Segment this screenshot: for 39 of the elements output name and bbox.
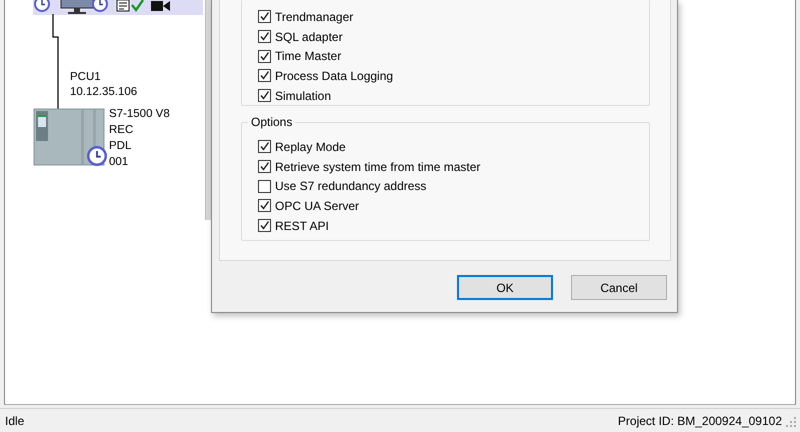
resize-grip-icon[interactable]: [786, 416, 796, 426]
checkbox-label: Replay Mode: [275, 140, 346, 154]
document-icon: [116, 0, 130, 12]
checkbox-label: Time Master: [275, 49, 342, 64]
checkbox-label: Process Data Logging: [275, 68, 394, 83]
checkbox-label: Use S7 redundancy address: [275, 179, 426, 194]
checkbox-label: SQL adapter: [275, 30, 343, 44]
status-text: Idle: [5, 414, 24, 428]
checkbox[interactable]: [258, 160, 271, 174]
checkbox-label: Retrieve system time from time master: [275, 160, 480, 174]
checkbox[interactable]: [258, 50, 271, 63]
clock-icon: [87, 146, 107, 166]
device-name: PCU1: [70, 70, 101, 85]
ok-button[interactable]: OK: [457, 275, 553, 300]
checkbox-label: Trendmanager: [275, 10, 354, 24]
plc-device-drawing[interactable]: [33, 107, 107, 167]
device-address: 10.12.35.106: [70, 85, 138, 100]
clock-icon: [92, 0, 108, 12]
checkbox[interactable]: [258, 89, 271, 102]
group-title: Options: [248, 115, 296, 129]
device-detail: S7-1500 V8: [109, 107, 170, 122]
checkbox[interactable]: [258, 30, 271, 44]
checkmark-icon: [131, 0, 144, 12]
monitor-icon: [59, 0, 95, 15]
device-detail: PDL: [109, 139, 132, 154]
checkbox[interactable]: [258, 69, 271, 82]
checkbox-label: Simulation: [275, 88, 332, 103]
checkbox[interactable]: [258, 219, 271, 232]
checkbox[interactable]: [258, 199, 271, 212]
cancel-button[interactable]: Cancel: [571, 275, 667, 300]
checkbox[interactable]: [258, 10, 271, 24]
checkbox-label: REST API: [275, 218, 329, 233]
camera-icon: [151, 0, 171, 12]
device-detail: REC: [109, 123, 134, 138]
device-detail: 001: [109, 155, 130, 170]
project-id: Project ID: BM_200924_09102: [618, 414, 782, 428]
checkbox[interactable]: [258, 140, 271, 154]
checkbox-label: OPC UA Server: [275, 198, 360, 213]
checkbox[interactable]: [258, 180, 271, 193]
